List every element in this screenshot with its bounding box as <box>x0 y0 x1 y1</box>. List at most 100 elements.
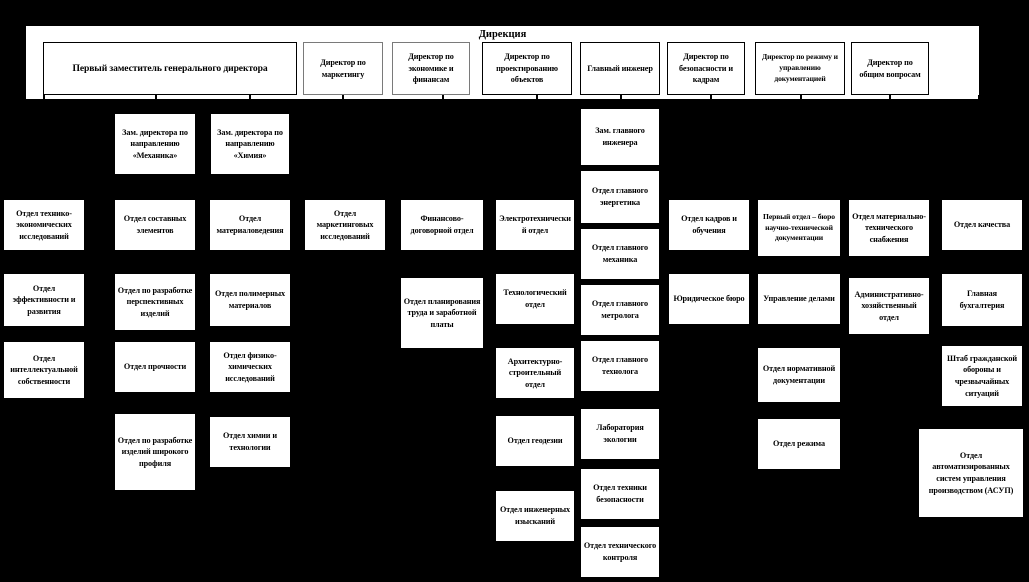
deputy-label: Зам. директора по направлению «Механика» <box>122 127 188 160</box>
directorate-member-label: Директор по общим вопросам <box>859 57 921 79</box>
dept-main-accounting[interactable]: Главная бухгалтерия <box>941 273 1023 327</box>
dept-label: Отдел технико-экономических исследований <box>16 208 72 241</box>
connector-stub <box>442 95 444 106</box>
dept-label: Отдел химии и технологии <box>223 431 277 452</box>
dept-financial-contract[interactable]: Финансово-договорной отдел <box>400 199 484 251</box>
dept-technical-economic-research[interactable]: Отдел технико-экономических исследований <box>3 199 85 251</box>
directorate-member-regime-docs[interactable]: Директор по режиму и управлению документ… <box>755 42 845 95</box>
directorate-member-project-design[interactable]: Директор по проектированию объектов <box>482 42 572 95</box>
directorate-member-label: Директор по маркетингу <box>320 57 366 79</box>
connector-stub <box>978 95 980 106</box>
bureau-legal[interactable]: Юридическое бюро <box>668 273 750 325</box>
directorate-member-security-hr[interactable]: Директор по безопасности и кадрам <box>667 42 745 95</box>
dept-label: Отдел составных элементов <box>123 214 187 235</box>
connector-stub <box>710 95 712 106</box>
dept-administrative-economic[interactable]: Административно-хозяйственный отдел <box>848 277 930 335</box>
dept-civil-defense-headquarters[interactable]: Штаб гражданской обороны и чрезвычайных … <box>941 345 1023 407</box>
dept-chemistry-technology[interactable]: Отдел химии и технологии <box>209 416 291 468</box>
dept-architectural-construction[interactable]: Архитектурно-строительный отдел <box>495 347 575 399</box>
deputy-chief-engineer[interactable]: Зам. главного инженера <box>580 108 660 166</box>
dept-hr-training[interactable]: Отдел кадров и обучения <box>668 199 750 251</box>
dept-label: Отдел прочности <box>123 362 187 372</box>
deputy-label: Зам. главного инженера <box>595 126 645 147</box>
dept-component-elements[interactable]: Отдел составных элементов <box>114 199 196 251</box>
dept-electrical-engineering[interactable]: Электротехнический отдел <box>495 199 575 251</box>
dept-label: Отдел физико-химических исследований <box>223 350 277 383</box>
directorate-member-chief-engineer[interactable]: Главный инженер <box>580 42 660 95</box>
directorate-member-label: Главный инженер <box>587 63 653 73</box>
dept-label: Отдел техники безопасности <box>593 483 647 504</box>
dept-normative-documentation[interactable]: Отдел нормативной документации <box>757 347 841 403</box>
dept-regime[interactable]: Отдел режима <box>757 418 841 470</box>
dept-advanced-products-development[interactable]: Отдел по разработке перспективных издели… <box>114 273 196 331</box>
dept-label: Отдел по разработке изделий широкого про… <box>117 435 193 468</box>
dept-label: Отдел кадров и обучения <box>681 214 737 235</box>
dept-first-scientific-technical-docs[interactable]: Первый отдел – бюро научно-технической д… <box>757 199 841 257</box>
dept-chief-technologist[interactable]: Отдел главного технолога <box>580 340 660 392</box>
lab-ecology[interactable]: Лаборатория экологии <box>580 408 660 460</box>
org-chart: Дирекция Первый заместитель генерального… <box>0 0 1029 582</box>
connector-stub <box>249 95 251 106</box>
dept-label: Отдел по разработке перспективных издели… <box>117 285 193 318</box>
dept-chief-power-engineer[interactable]: Отдел главного энергетика <box>580 170 660 224</box>
directorate-member-label: Директор по проектированию объектов <box>496 52 558 85</box>
directorate-member-general-affairs[interactable]: Директор по общим вопросам <box>851 42 929 95</box>
dept-efficiency-development[interactable]: Отдел эффективности и развития <box>3 273 85 327</box>
dept-label: Штаб гражданской обороны и чрезвычайных … <box>946 353 1018 398</box>
dept-materials-science[interactable]: Отдел материаловедения <box>209 199 291 251</box>
directorate-member-label: Директор по экономике и финансам <box>408 52 454 85</box>
deputy-label: Зам. директора по направлению «Химия» <box>217 127 283 160</box>
dept-intellectual-property[interactable]: Отдел интеллектуальной собственности <box>3 341 85 399</box>
dept-engineering-surveys[interactable]: Отдел инженерных изысканий <box>495 490 575 542</box>
dept-safety-engineering[interactable]: Отдел техники безопасности <box>580 468 660 520</box>
connector-stub <box>800 95 802 106</box>
dept-automated-control-systems[interactable]: Отдел автоматизированных систем управлен… <box>918 428 1024 518</box>
dept-affairs-management[interactable]: Управление делами <box>757 273 841 325</box>
dept-label: Отдел нормативной документации <box>762 364 836 385</box>
dept-label: Первый отдел – бюро научно-технической д… <box>763 211 835 243</box>
dept-label: Управление делами <box>763 294 835 304</box>
dept-technical-control[interactable]: Отдел технического контроля <box>580 526 660 578</box>
dept-chief-metrologist[interactable]: Отдел главного метролога <box>580 284 660 336</box>
dept-label: Отдел автоматизированных систем управлен… <box>928 450 1014 495</box>
dept-labor-wage-planning[interactable]: Отдел планирования труда и заработной пл… <box>400 277 484 349</box>
dept-polymer-materials[interactable]: Отдел полимерных материалов <box>209 273 291 327</box>
dept-label: Отдел интеллектуальной собственности <box>10 353 78 386</box>
dept-label: Отдел полимерных материалов <box>214 289 286 310</box>
dept-geodesy[interactable]: Отдел геодезии <box>495 415 575 467</box>
dept-label: Отдел эффективности и развития <box>12 283 76 316</box>
dept-label: Отдел геодезии <box>507 436 563 446</box>
dept-label: Отдел инженерных изысканий <box>499 505 571 526</box>
directorate-member-label: Директор по режиму и управлению документ… <box>762 52 838 83</box>
dept-label: Финансово-договорной отдел <box>410 214 474 235</box>
connector-stub <box>342 95 344 106</box>
dept-label: Отдел главного технолога <box>591 355 649 376</box>
dept-label: Отдел материаловедения <box>216 214 284 235</box>
directorate-member-marketing[interactable]: Директор по маркетингу <box>303 42 383 95</box>
dept-strength[interactable]: Отдел прочности <box>114 341 196 393</box>
dept-label: Отдел режима <box>773 439 825 449</box>
connector-stub <box>43 95 45 106</box>
dept-label: Отдел планирования труда и заработной пл… <box>403 296 481 329</box>
dept-physical-chemical-research[interactable]: Отдел физико-химических исследований <box>209 341 291 393</box>
directorate-member-economics[interactable]: Директор по экономике и финансам <box>392 42 470 95</box>
deputy-chemistry[interactable]: Зам. директора по направлению «Химия» <box>210 113 290 175</box>
dept-label: Отдел главного механика <box>591 243 649 264</box>
dept-chief-mechanic[interactable]: Отдел главного механика <box>580 228 660 280</box>
dept-label: Административно-хозяйственный отдел <box>854 289 924 322</box>
deputy-mechanics[interactable]: Зам. директора по направлению «Механика» <box>114 113 196 175</box>
dept-label: Электротехнический отдел <box>499 214 571 235</box>
dept-broad-profile-products[interactable]: Отдел по разработке изделий широкого про… <box>114 413 196 491</box>
directorate-member-first-deputy[interactable]: Первый заместитель генерального директор… <box>43 42 297 95</box>
dept-marketing-research[interactable]: Отдел маркетинговых исследований <box>304 199 386 251</box>
dept-material-technical-supply[interactable]: Отдел материально-технического снабжения <box>848 199 930 257</box>
dept-label: Отдел маркетинговых исследований <box>316 208 374 241</box>
connector-stub <box>889 95 891 106</box>
dept-technological[interactable]: Технологический отдел <box>495 273 575 325</box>
directorate-title: Дирекция <box>478 29 527 40</box>
directorate-member-label: Первый заместитель генерального директор… <box>72 62 268 74</box>
dept-label: Главная бухгалтерия <box>959 289 1005 310</box>
dept-label: Отдел главного метролога <box>591 299 649 320</box>
dept-quality[interactable]: Отдел качества <box>941 199 1023 251</box>
dept-label: Отдел технического контроля <box>583 541 657 562</box>
